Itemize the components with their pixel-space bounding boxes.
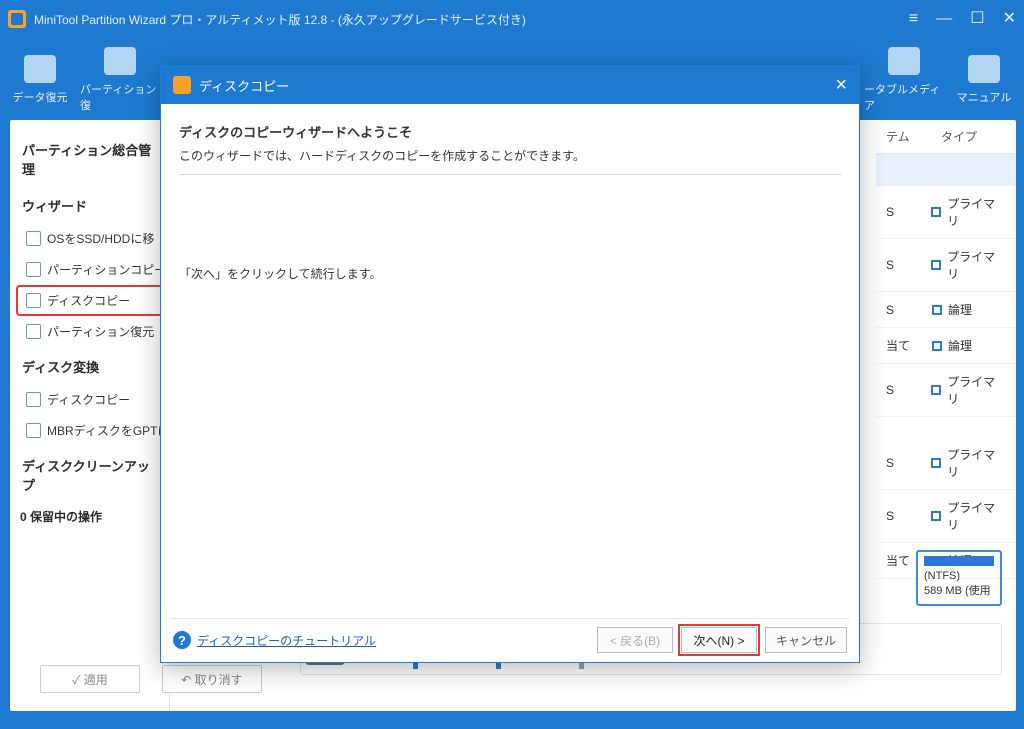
menu-icon[interactable]: ≡: [909, 11, 918, 27]
mbrgpt-icon: [26, 423, 41, 438]
toolbar-label: データ復元: [13, 89, 68, 105]
col-type[interactable]: タイプ: [931, 120, 987, 153]
sidebar-item-label: ディスクコピー: [47, 391, 130, 408]
partition-name: (NTFS): [924, 570, 994, 582]
dialog-instruction: 「次へ」をクリックして続行します。: [179, 265, 841, 282]
dialog-title: ディスクコピー: [199, 76, 289, 95]
sidebar-item-partition-copy[interactable]: パーティションコピー: [10, 254, 169, 285]
type-square-icon: [932, 305, 942, 315]
back-button: < 戻る(B): [597, 627, 673, 653]
sidebar-section-convert: ディスク変換: [10, 347, 169, 384]
table-row[interactable]: Sプライマリ: [876, 490, 1016, 543]
disk-copy-wizard-dialog: ディスクコピー × ディスクのコピーウィザードへようこそ このウィザードでは、ハ…: [160, 65, 860, 663]
dialog-app-icon: [173, 76, 191, 94]
undo-button[interactable]: ↶ 取り消す: [162, 665, 262, 693]
diskcopy-icon: [26, 293, 41, 308]
sidebar-item-label: ディスクコピー: [47, 292, 130, 309]
sidebar-section-general: パーティション総合管理: [10, 130, 169, 186]
toolbar-manual[interactable]: マニュアル: [944, 44, 1024, 116]
recovery-icon: [24, 55, 56, 83]
titlebar: MiniTool Partition Wizard プロ・アルティメット版 12…: [0, 0, 1024, 38]
help-link[interactable]: ディスクコピーのチュートリアル: [197, 632, 376, 649]
dialog-help: ? ディスクコピーのチュートリアル: [173, 631, 376, 649]
apply-button[interactable]: ✓ 適用: [40, 665, 140, 693]
diskcopy2-icon: [26, 392, 41, 407]
type-square-icon: [931, 207, 941, 217]
help-icon: ?: [173, 631, 191, 649]
toolbar-label: マニュアル: [957, 89, 1012, 105]
maximize-icon[interactable]: ☐: [970, 11, 984, 27]
dialog-heading: ディスクのコピーウィザードへようこそ: [179, 122, 841, 141]
cancel-button[interactable]: キャンセル: [765, 627, 847, 653]
sidebar-item-label: パーティションコピー: [47, 261, 166, 278]
dialog-body: ディスクのコピーウィザードへようこそ このウィザードでは、ハードディスクのコピー…: [161, 104, 859, 282]
app-logo-icon: [8, 10, 26, 28]
partition-bar-icon: [924, 556, 994, 566]
media-icon: [888, 47, 920, 75]
close-icon[interactable]: ✕: [1003, 11, 1016, 27]
sidebar-item-mbr-to-gpt[interactable]: MBRディスクをGPTに: [10, 415, 169, 446]
col-system[interactable]: テム: [876, 120, 931, 153]
dialog-separator: [179, 174, 841, 175]
type-square-icon: [931, 458, 941, 468]
sidebar-item-disk-copy[interactable]: ディスクコピー: [16, 285, 163, 316]
type-square-icon: [931, 385, 941, 395]
sidebar-item-disk-copy2[interactable]: ディスクコピー: [10, 384, 169, 415]
table-row[interactable]: S論理: [876, 292, 1016, 328]
sidebar-item-label: MBRディスクをGPTに: [47, 422, 169, 439]
sidebar-item-label: OSをSSD/HDDに移: [47, 230, 154, 247]
table-row[interactable]: Sプライマリ: [876, 186, 1016, 239]
table-row[interactable]: [876, 154, 1016, 186]
toolbar-label: パーティション復: [80, 81, 160, 113]
toolbar-partition-recover[interactable]: パーティション復: [80, 44, 160, 116]
pending-operations: 0 保留中の操作: [10, 502, 169, 531]
partcopy-icon: [26, 262, 41, 277]
minimize-icon[interactable]: —: [936, 11, 952, 27]
migrate-icon: [26, 231, 41, 246]
footer-separator: [171, 618, 849, 619]
toolbar-bootable-media[interactable]: ータブルメディア: [864, 44, 944, 116]
table-row[interactable]: Sプライマリ: [876, 364, 1016, 417]
type-square-icon: [931, 260, 941, 270]
sidebar: パーティション総合管理 ウィザード OSをSSD/HDDに移 パーティションコピ…: [10, 120, 170, 711]
dialog-desc: このウィザードでは、ハードディスクのコピーを作成することができます。: [179, 147, 841, 164]
sidebar-section-wizard: ウィザード: [10, 186, 169, 223]
sidebar-item-label: パーティション復元: [47, 323, 154, 340]
type-square-icon: [931, 511, 941, 521]
table-header: テム タイプ: [876, 120, 1016, 154]
table-row[interactable]: Sプライマリ: [876, 239, 1016, 292]
dialog-footer: ? ディスクコピーのチュートリアル < 戻る(B) 次へ(N) > キャンセル: [161, 618, 859, 662]
partition-size: 589 MB (使用: [924, 582, 994, 598]
toolbar-label: ータブルメディア: [864, 81, 944, 113]
next-button[interactable]: 次へ(N) >: [681, 627, 757, 653]
toolbar-data-recovery[interactable]: データ復元: [0, 44, 80, 116]
bottom-actions: ✓ 適用 ↶ 取り消す: [40, 665, 262, 693]
partition-icon: [104, 47, 136, 75]
app-title: MiniTool Partition Wizard プロ・アルティメット版 12…: [34, 11, 526, 28]
table-row[interactable]: 当て論理: [876, 328, 1016, 364]
sidebar-section-cleanup: ディスククリーンアップ: [10, 446, 169, 502]
partrec-icon: [26, 324, 41, 339]
sidebar-item-partition-recover[interactable]: パーティション復元: [10, 316, 169, 347]
table-row[interactable]: Sプライマリ: [876, 437, 1016, 490]
type-square-icon: [932, 341, 942, 351]
partition-card[interactable]: (NTFS) 589 MB (使用: [916, 550, 1002, 606]
dialog-titlebar: ディスクコピー ×: [161, 66, 859, 104]
dialog-close-icon[interactable]: ×: [835, 74, 847, 97]
sidebar-item-os-migrate[interactable]: OSをSSD/HDDに移: [10, 223, 169, 254]
manual-icon: [968, 55, 1000, 83]
